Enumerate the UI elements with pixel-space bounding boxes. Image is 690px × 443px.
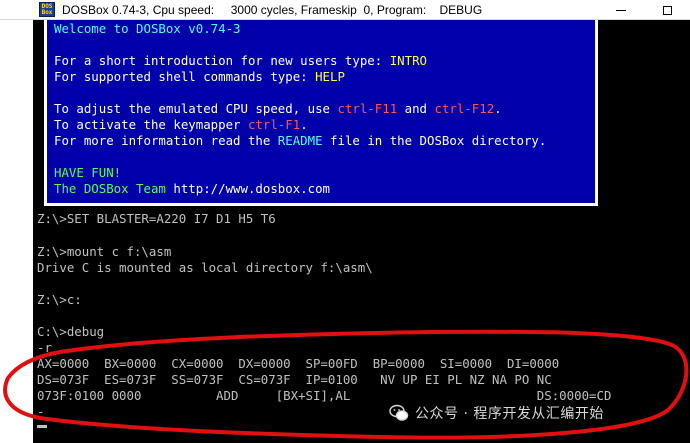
keymap-period: .	[300, 117, 308, 132]
cpu-period: .	[494, 101, 502, 116]
dosbox-app-icon[interactable]: DOS Box	[39, 2, 55, 17]
cpu-text: To adjust the emulated CPU speed, use	[54, 101, 338, 116]
watermark-text: 公众号 · 程序开发从汇编开始	[415, 406, 604, 422]
debug-prompt: -	[37, 404, 45, 419]
wechat-icon	[389, 404, 409, 421]
keymap-key: ctrl-F1	[247, 117, 301, 132]
text-cursor	[37, 425, 47, 428]
cpu-speed-line: To adjust the emulated CPU speed, use ct…	[54, 101, 502, 117]
cpu-and: and	[397, 101, 435, 116]
registers-line-2: DS=073F ES=073F SS=073F CS=073F IP=0100 …	[37, 372, 552, 387]
terminal-line: Z:\>mount c f:\asm	[37, 244, 172, 259]
intro-text: For a short introduction for new users t…	[54, 53, 390, 68]
readme-line: For more information read the README fil…	[54, 133, 546, 149]
dosbox-url: http://www.dosbox.com	[173, 181, 331, 196]
maximize-icon	[662, 5, 672, 15]
terminal-line: Drive C is mounted as local directory f:…	[37, 260, 373, 275]
help-text: For supported shell commands type:	[54, 69, 316, 84]
title-bar: DOS Box DOSBox 0.74-3, Cpu speed: 3000 c…	[0, 0, 690, 20]
intro-line: For a short introduction for new users t…	[54, 53, 427, 69]
terminal-line: Z:\>SET BLASTER=A220 I7 D1 H5 T6	[37, 211, 276, 226]
welcome-title: Welcome to DOSBox v0.74-3	[54, 21, 241, 36]
terminal-line: Z:\>c:	[37, 292, 82, 307]
keymap-text: To activate the keymapper	[54, 117, 248, 132]
readme-text: For more information read the	[54, 133, 278, 148]
watermark: 公众号 · 程序开发从汇编开始	[389, 402, 604, 424]
welcome-banner: Welcome to DOSBox v0.74-3 For a short in…	[44, 20, 598, 206]
help-line: For supported shell commands type: HELP	[54, 69, 345, 85]
readme-word: README	[277, 133, 323, 148]
maximize-button[interactable]	[644, 0, 690, 20]
team-text: The DOSBox Team	[54, 181, 174, 196]
team-line: The DOSBox Team http://www.dosbox.com	[54, 181, 330, 197]
intro-command: INTRO	[389, 53, 428, 68]
cpu-key-f11: ctrl-F11	[337, 101, 398, 116]
terminal-line: -r	[37, 340, 52, 355]
keymapper-line: To activate the keymapper ctrl-F1.	[54, 117, 308, 133]
window-title: DOSBox 0.74-3, Cpu speed: 3000 cycles, F…	[62, 3, 483, 17]
minimize-icon	[616, 9, 626, 11]
readme-rest: file in the DOSBox directory.	[322, 133, 547, 148]
cpu-key-f12: ctrl-F12	[434, 101, 495, 116]
have-fun-line: HAVE FUN!	[54, 165, 122, 180]
help-command: HELP	[315, 69, 345, 84]
minimize-button[interactable]	[598, 0, 644, 20]
terminal-line: C:\>debug	[37, 324, 105, 339]
registers-line-1: AX=0000 BX=0000 CX=0000 DX=0000 SP=00FD …	[37, 356, 560, 371]
dos-console[interactable]: Welcome to DOSBox v0.74-3 For a short in…	[33, 20, 690, 443]
